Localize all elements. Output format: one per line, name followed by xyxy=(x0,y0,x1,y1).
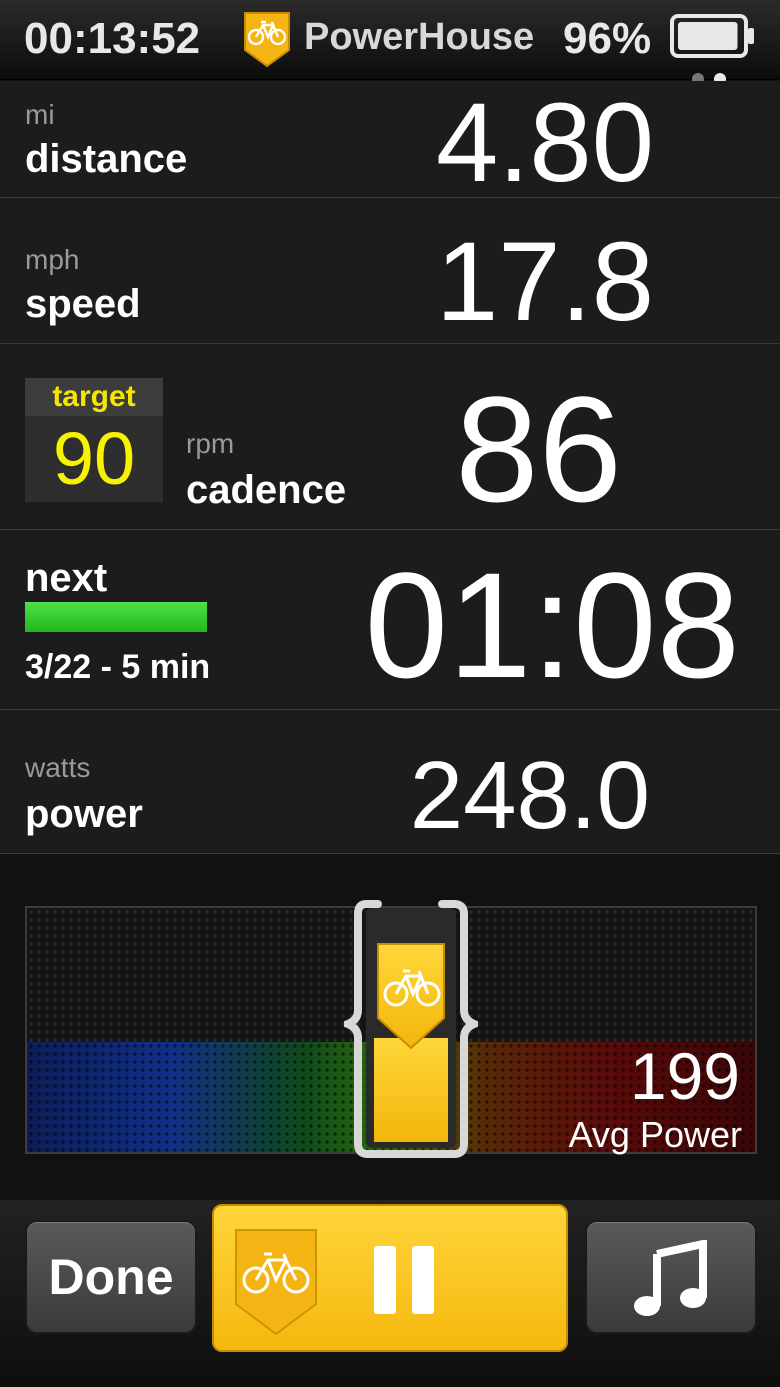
interval-label: next xyxy=(25,556,108,600)
cadence-value: 86 xyxy=(455,365,622,533)
bicycle-badge-icon xyxy=(244,12,290,68)
target-value: 90 xyxy=(52,417,136,500)
battery-percent: 96% xyxy=(563,14,652,63)
cadence-label: cadence xyxy=(186,468,347,512)
cadence-row: target 90 rpm cadence 86 xyxy=(0,344,780,530)
speed-unit: mph xyxy=(25,244,80,275)
pause-button[interactable] xyxy=(212,1204,568,1352)
bicycle-badge-icon xyxy=(235,1229,317,1336)
interval-progress-bar xyxy=(25,602,207,632)
status-time: 00:13:52 xyxy=(24,14,201,63)
pause-icon xyxy=(374,1246,434,1314)
interval-row: next 3/22 - 5 min 01:08 xyxy=(0,530,780,710)
music-note-icon xyxy=(634,1240,707,1316)
distance-unit: mi xyxy=(25,99,55,130)
power-label: power xyxy=(25,792,143,836)
app-name: PowerHouse xyxy=(304,16,535,58)
distance-row: mi distance 4.80 xyxy=(0,80,780,205)
cadence-target: target 90 xyxy=(25,378,163,502)
distance-value: 4.80 xyxy=(436,80,654,205)
cadence-unit: rpm xyxy=(186,428,235,459)
power-row: watts power 248.0 xyxy=(0,710,780,854)
target-label: target xyxy=(25,378,163,416)
avg-power-label: Avg Power xyxy=(568,1114,742,1155)
distance-label: distance xyxy=(25,137,188,181)
speed-value: 17.8 xyxy=(436,219,654,344)
speed-label: speed xyxy=(25,282,141,326)
music-button[interactable] xyxy=(585,1220,757,1334)
interval-progress-text: 3/22 - 5 min xyxy=(25,648,211,686)
power-value: 248.0 xyxy=(409,742,650,849)
status-bar: 00:13:52 PowerHouse 96% xyxy=(0,0,780,85)
interval-timer: 01:08 xyxy=(364,541,740,709)
avg-power-value: 199 xyxy=(629,1039,740,1113)
power-slider-handle[interactable] xyxy=(344,898,478,1160)
power-unit: watts xyxy=(25,752,91,783)
done-button[interactable]: Done xyxy=(25,1220,197,1334)
battery-icon xyxy=(670,14,754,58)
speed-row: mph speed 17.8 xyxy=(0,198,780,344)
